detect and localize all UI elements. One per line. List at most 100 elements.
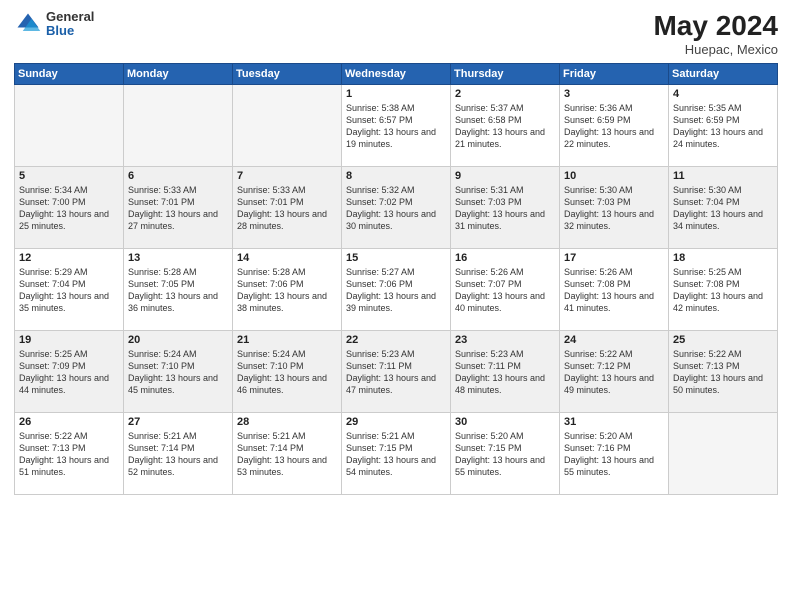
table-row: 31Sunrise: 5:20 AM Sunset: 7:16 PM Dayli…: [560, 413, 669, 495]
day-number: 10: [564, 170, 664, 182]
day-number: 23: [455, 334, 555, 346]
day-number: 20: [128, 334, 228, 346]
day-number: 26: [19, 416, 119, 428]
cell-info: Sunrise: 5:21 AM Sunset: 7:14 PM Dayligh…: [237, 430, 337, 479]
table-row: 23 Sunrise: 5:23 AM Sunset: 7:11 PM Dayli…: [451, 331, 560, 413]
table-row: [124, 85, 233, 167]
cell-info: Sunrise: 5:20 AM Sunset: 7:15 PM Dayligh…: [455, 430, 555, 479]
table-row: 2Sunrise: 5:37 AM Sunset: 6:58 PM Daylig…: [451, 85, 560, 167]
cell-info: Sunrise: 5:24 AM Sunset: 7:10 PM Dayligh…: [237, 348, 337, 397]
cell-info: Sunrise: 5:21 AM Sunset: 7:15 PM Dayligh…: [346, 430, 446, 479]
logo-icon: [14, 10, 42, 38]
day-number: 24: [564, 334, 664, 346]
month-year: May 2024: [653, 10, 778, 42]
calendar-week-row: 26 Sunrise: 5:22 AM Sunset: 7:13 PM Dayli…: [15, 413, 778, 495]
day-number: 12: [19, 252, 119, 264]
cell-info: Sunrise: 5:34 AM Sunset: 7:00 PM Dayligh…: [19, 184, 119, 233]
title-block: May 2024 Huepac, Mexico: [653, 10, 778, 57]
cell-info: Sunrise: 5:28 AM Sunset: 7:06 PM Dayligh…: [237, 266, 337, 315]
cell-info: Sunrise: 5:21 AM Sunset: 7:14 PM Dayligh…: [128, 430, 228, 479]
calendar-table: Sunday Monday Tuesday Wednesday Thursday…: [14, 63, 778, 495]
table-row: 10Sunrise: 5:30 AM Sunset: 7:03 PM Dayli…: [560, 167, 669, 249]
day-number: 13: [128, 252, 228, 264]
col-sunday: Sunday: [15, 64, 124, 85]
day-number: 9: [455, 170, 555, 182]
day-number: 21: [237, 334, 337, 346]
table-row: 18 Sunrise: 5:25 AM Sunset: 7:08 PM Dayli…: [669, 249, 778, 331]
day-number: 19: [19, 334, 119, 346]
table-row: 20 Sunrise: 5:24 AM Sunset: 7:10 PM Dayli…: [124, 331, 233, 413]
cell-info: Sunrise: 5:20 AM Sunset: 7:16 PM Dayligh…: [564, 430, 664, 479]
cell-info: Sunrise: 5:24 AM Sunset: 7:10 PM Dayligh…: [128, 348, 228, 397]
day-number: 6: [128, 170, 228, 182]
cell-info: Sunrise: 5:38 AM Sunset: 6:57 PM Dayligh…: [346, 102, 446, 151]
day-number: 3: [564, 88, 664, 100]
cell-info: Sunrise: 5:32 AM Sunset: 7:02 PM Dayligh…: [346, 184, 446, 233]
cell-info: Sunrise: 5:37 AM Sunset: 6:58 PM Dayligh…: [455, 102, 555, 151]
cell-info: Sunrise: 5:22 AM Sunset: 7:13 PM Dayligh…: [19, 430, 119, 479]
logo-text: General Blue: [46, 10, 94, 39]
logo-blue: Blue: [46, 24, 94, 38]
day-number: 17: [564, 252, 664, 264]
day-number: 7: [237, 170, 337, 182]
table-row: 26 Sunrise: 5:22 AM Sunset: 7:13 PM Dayli…: [15, 413, 124, 495]
table-row: [15, 85, 124, 167]
table-row: 4 Sunrise: 5:35 AM Sunset: 6:59 PM Daylig…: [669, 85, 778, 167]
cell-info: Sunrise: 5:25 AM Sunset: 7:08 PM Dayligh…: [673, 266, 773, 315]
calendar-week-row: 12 Sunrise: 5:29 AM Sunset: 7:04 PM Dayli…: [15, 249, 778, 331]
day-number: 22: [346, 334, 446, 346]
col-monday: Monday: [124, 64, 233, 85]
table-row: 24 Sunrise: 5:22 AM Sunset: 7:12 PM Dayli…: [560, 331, 669, 413]
cell-info: Sunrise: 5:26 AM Sunset: 7:08 PM Dayligh…: [564, 266, 664, 315]
col-saturday: Saturday: [669, 64, 778, 85]
cell-info: Sunrise: 5:35 AM Sunset: 6:59 PM Dayligh…: [673, 102, 773, 151]
day-number: 11: [673, 170, 773, 182]
calendar-week-row: 19Sunrise: 5:25 AM Sunset: 7:09 PM Dayli…: [15, 331, 778, 413]
cell-info: Sunrise: 5:23 AM Sunset: 7:11 PM Dayligh…: [346, 348, 446, 397]
col-thursday: Thursday: [451, 64, 560, 85]
table-row: 13Sunrise: 5:28 AM Sunset: 7:05 PM Dayli…: [124, 249, 233, 331]
table-row: 14 Sunrise: 5:28 AM Sunset: 7:06 PM Dayli…: [233, 249, 342, 331]
day-number: 30: [455, 416, 555, 428]
table-row: 9 Sunrise: 5:31 AM Sunset: 7:03 PM Daylig…: [451, 167, 560, 249]
day-number: 15: [346, 252, 446, 264]
table-row: 5 Sunrise: 5:34 AM Sunset: 7:00 PM Daylig…: [15, 167, 124, 249]
table-row: 28Sunrise: 5:21 AM Sunset: 7:14 PM Dayli…: [233, 413, 342, 495]
calendar-week-row: 5 Sunrise: 5:34 AM Sunset: 7:00 PM Daylig…: [15, 167, 778, 249]
cell-info: Sunrise: 5:33 AM Sunset: 7:01 PM Dayligh…: [128, 184, 228, 233]
table-row: 8 Sunrise: 5:32 AM Sunset: 7:02 PM Daylig…: [342, 167, 451, 249]
day-number: 8: [346, 170, 446, 182]
table-row: 7Sunrise: 5:33 AM Sunset: 7:01 PM Daylig…: [233, 167, 342, 249]
header: General Blue May 2024 Huepac, Mexico: [14, 10, 778, 57]
table-row: 22 Sunrise: 5:23 AM Sunset: 7:11 PM Dayli…: [342, 331, 451, 413]
cell-info: Sunrise: 5:27 AM Sunset: 7:06 PM Dayligh…: [346, 266, 446, 315]
table-row: 11 Sunrise: 5:30 AM Sunset: 7:04 PM Dayli…: [669, 167, 778, 249]
cell-info: Sunrise: 5:23 AM Sunset: 7:11 PM Dayligh…: [455, 348, 555, 397]
cell-info: Sunrise: 5:29 AM Sunset: 7:04 PM Dayligh…: [19, 266, 119, 315]
cell-info: Sunrise: 5:31 AM Sunset: 7:03 PM Dayligh…: [455, 184, 555, 233]
calendar-page: General Blue May 2024 Huepac, Mexico Sun…: [0, 0, 792, 612]
table-row: 3 Sunrise: 5:36 AM Sunset: 6:59 PM Daylig…: [560, 85, 669, 167]
table-row: 6 Sunrise: 5:33 AM Sunset: 7:01 PM Daylig…: [124, 167, 233, 249]
table-row: 12 Sunrise: 5:29 AM Sunset: 7:04 PM Dayli…: [15, 249, 124, 331]
logo-general: General: [46, 10, 94, 24]
day-number: 27: [128, 416, 228, 428]
day-number: 5: [19, 170, 119, 182]
cell-info: Sunrise: 5:30 AM Sunset: 7:04 PM Dayligh…: [673, 184, 773, 233]
table-row: 21 Sunrise: 5:24 AM Sunset: 7:10 PM Dayli…: [233, 331, 342, 413]
day-number: 16: [455, 252, 555, 264]
table-row: 29Sunrise: 5:21 AM Sunset: 7:15 PM Dayli…: [342, 413, 451, 495]
col-friday: Friday: [560, 64, 669, 85]
day-number: 4: [673, 88, 773, 100]
day-number: 14: [237, 252, 337, 264]
table-row: 1 Sunrise: 5:38 AM Sunset: 6:57 PM Daylig…: [342, 85, 451, 167]
day-number: 1: [346, 88, 446, 100]
day-number: 18: [673, 252, 773, 264]
location: Huepac, Mexico: [653, 42, 778, 57]
cell-info: Sunrise: 5:36 AM Sunset: 6:59 PM Dayligh…: [564, 102, 664, 151]
table-row: 17 Sunrise: 5:26 AM Sunset: 7:08 PM Dayli…: [560, 249, 669, 331]
table-row: 25Sunrise: 5:22 AM Sunset: 7:13 PM Dayli…: [669, 331, 778, 413]
calendar-week-row: 1 Sunrise: 5:38 AM Sunset: 6:57 PM Daylig…: [15, 85, 778, 167]
logo: General Blue: [14, 10, 94, 39]
cell-info: Sunrise: 5:22 AM Sunset: 7:12 PM Dayligh…: [564, 348, 664, 397]
